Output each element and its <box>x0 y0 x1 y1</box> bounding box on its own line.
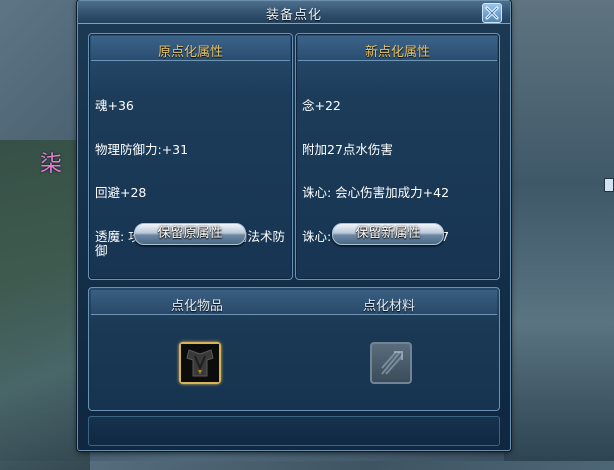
close-button[interactable] <box>482 3 502 23</box>
item-slot-label: 点化物品 <box>171 299 224 314</box>
material-slot-label: 点化材料 <box>363 299 416 314</box>
panel-header: 新点化属性 <box>298 36 497 61</box>
window-titlebar[interactable]: 装备点化 <box>78 1 510 24</box>
background-scene-right <box>504 0 614 461</box>
panel-header: 原点化属性 <box>91 36 290 61</box>
original-attributes-title: 原点化属性 <box>157 45 223 60</box>
close-icon <box>485 6 499 20</box>
edge-arrow-icon[interactable] <box>604 178 614 192</box>
attribute-line: 物理防御力:+31 <box>95 141 189 157</box>
slots-header: 点化物品 点化材料 <box>91 290 497 315</box>
keep-new-button[interactable]: 保留新属性 <box>332 223 444 245</box>
original-attributes-list: 魂+36 物理防御力:+31 回避+28 透魔: 攻击忽视对方1.8%的法术防御 <box>95 70 288 288</box>
attribute-line: 回避+28 <box>95 185 147 200</box>
background-glyph: 柒 <box>40 152 63 177</box>
attribute-line: 诛心: 会心伤害加成力+42 <box>302 185 450 200</box>
equipment-icon <box>181 344 219 382</box>
window-footer <box>88 416 500 446</box>
keep-original-button[interactable]: 保留原属性 <box>134 223 246 245</box>
attribute-line: 附加27点水伤害 <box>302 141 393 157</box>
material-placeholder-icon <box>381 351 403 375</box>
item-slot[interactable] <box>179 342 221 384</box>
new-attributes-title: 新点化属性 <box>364 45 430 60</box>
attribute-line: 念+22 <box>302 98 341 113</box>
attribute-line: 魂+36 <box>95 98 134 113</box>
refine-equipment-window: 装备点化 原点化属性 魂+36 物理防御力:+31 回避+28 透魔: 攻击忽视… <box>77 0 511 451</box>
material-slot[interactable] <box>370 342 412 384</box>
window-title: 装备点化 <box>265 8 322 23</box>
refine-slots-panel: 点化物品 点化材料 <box>88 287 500 411</box>
